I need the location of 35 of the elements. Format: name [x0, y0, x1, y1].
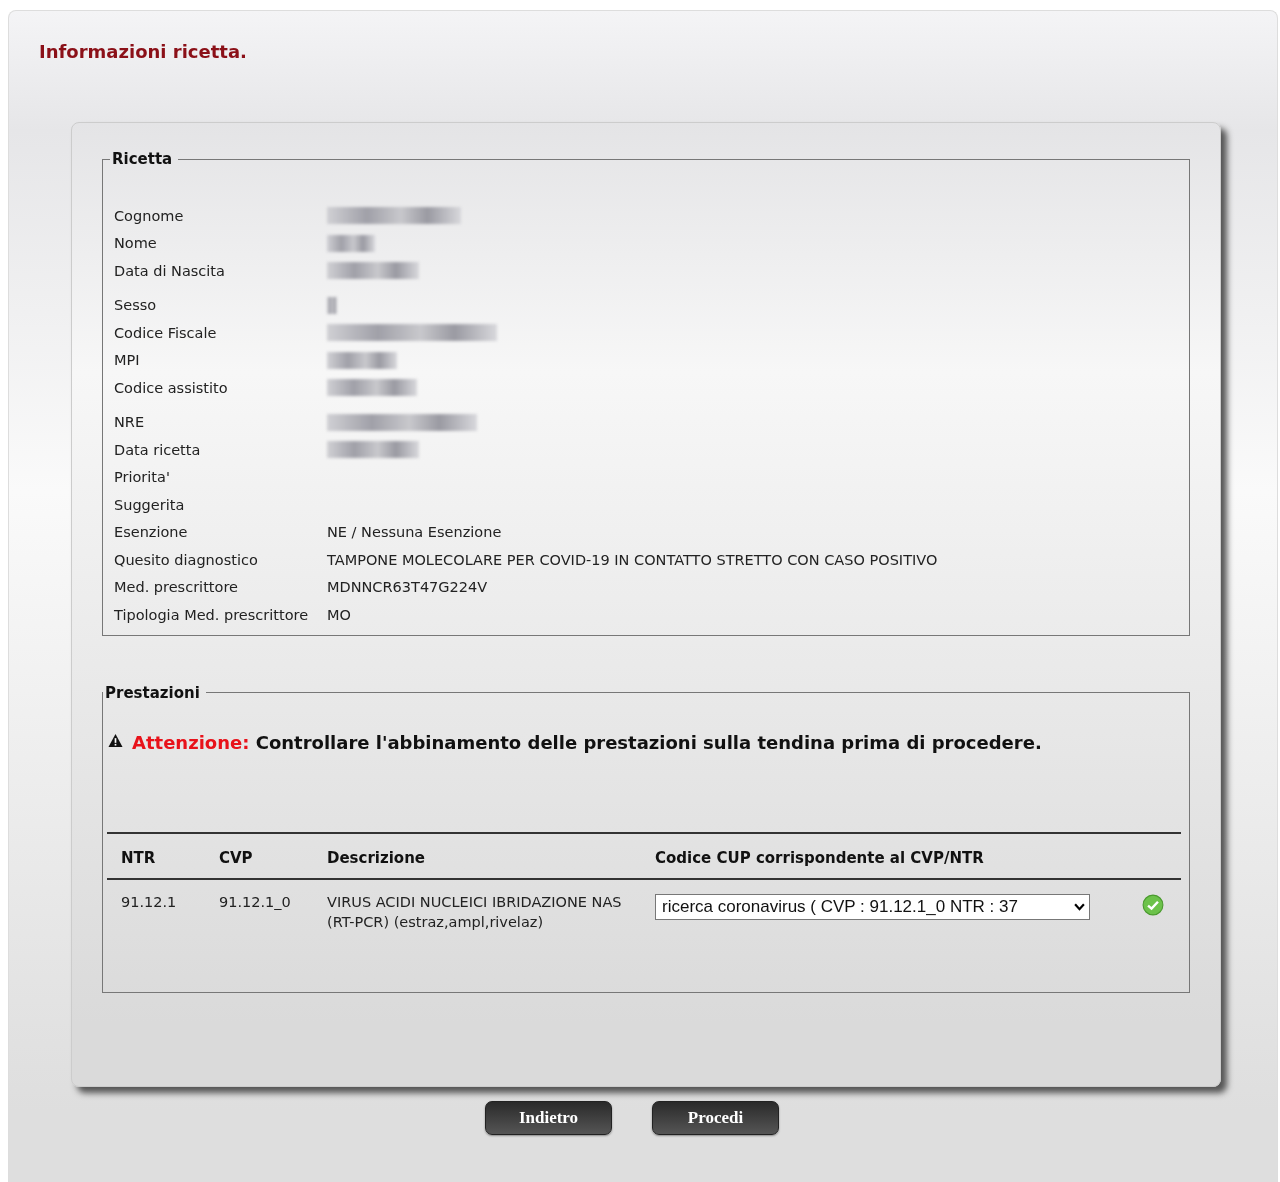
warning-message: Attenzione: Controllare l'abbinamento delle prestazioni sulla tendina prima di procedere. — [132, 731, 1042, 753]
nav-button[interactable]: Indietro — [485, 1101, 612, 1135]
field-label: MPI — [114, 352, 141, 369]
table-cell: 91.12.1_0 — [205, 878, 313, 963]
table-cell: VIRUS ACIDI NUCLEICI IBRIDAZIONE NAS (RT-PCR) (estraz,ampl,rivelaz) — [313, 878, 641, 963]
section-legend: Ricetta — [110, 150, 179, 168]
field-value: NE / Nessuna Esenzione — [327, 524, 502, 541]
field-label: Tipologia Med. prescrittore — [114, 606, 310, 623]
section-legend: Prestazioni — [103, 683, 206, 702]
nav-button[interactable]: Procedi — [652, 1101, 779, 1135]
column-header: Codice CUP corrispondente al CVP/NTR — [641, 832, 1129, 879]
field-label: NRE — [114, 414, 146, 431]
field-label: Data di Nascita — [114, 262, 226, 279]
field-value: MO — [327, 606, 351, 623]
field-value: MDNNCR63T47G224V — [327, 579, 488, 596]
field-label: Nome — [114, 235, 158, 252]
field-label: Med. prescrittore — [114, 579, 239, 596]
field-label: Codice assistito — [114, 379, 229, 396]
column-header: CVP — [205, 832, 313, 879]
table-cell: 91.12.1 — [107, 878, 205, 963]
field-label: Cognome — [114, 207, 185, 224]
field-label: Data ricetta — [114, 441, 202, 458]
column-header: NTR — [107, 832, 205, 879]
chevron-down-icon — [1074, 902, 1085, 911]
page-title: Informazioni ricetta. — [39, 41, 248, 62]
field-label: Quesito diagnostico — [114, 551, 259, 568]
field-value: TAMPONE MOLECOLARE PER COVID-19 IN CONTATTO STRETTO CON CASO POSITIVO — [327, 551, 938, 568]
cup-dropdown[interactable]: ricerca coronavirus ( CVP : 91.12.1_0 NTR : 37 — [655, 893, 1090, 920]
field-label: Priorita' — [114, 469, 171, 486]
column-header: Descrizione — [313, 832, 641, 879]
field-label: Codice Fiscale — [114, 324, 218, 341]
warning-icon — [107, 732, 124, 748]
field-label: Esenzione — [114, 524, 189, 541]
field-label: Suggerita — [114, 496, 186, 513]
field-label: Sesso — [114, 297, 158, 314]
